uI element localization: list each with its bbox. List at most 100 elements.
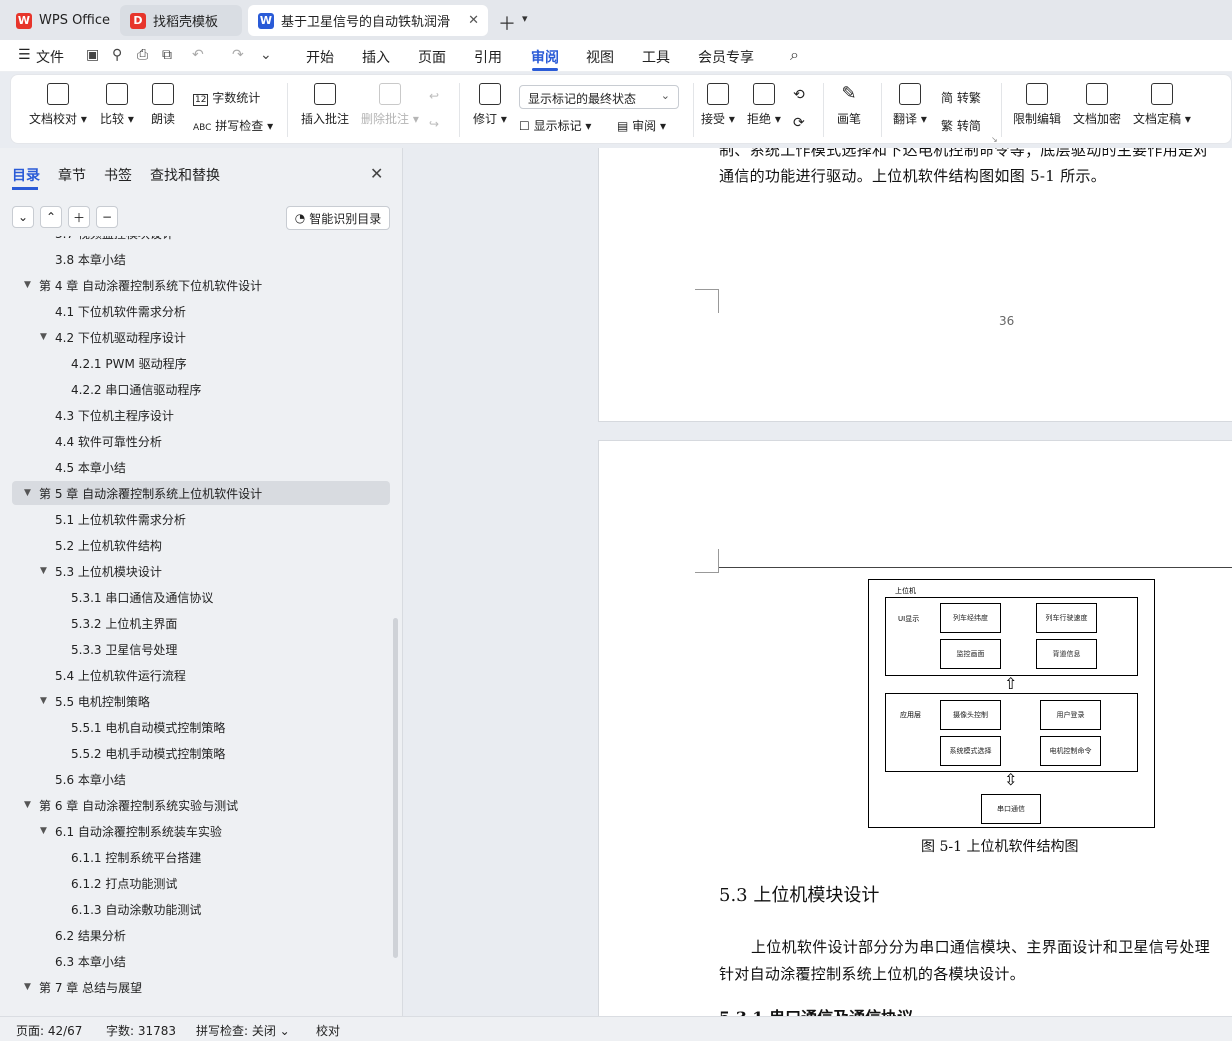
dialog-launcher-icon[interactable]: ↘: [991, 135, 998, 144]
expand-triangle-icon[interactable]: ▼: [24, 280, 31, 290]
delete-comment-button[interactable]: 删除批注 ▾: [361, 83, 419, 127]
toc-item[interactable]: 4.1 下位机软件需求分析: [55, 300, 186, 322]
menu-start[interactable]: 开始: [306, 47, 334, 67]
section-heading[interactable]: 5.3 上位机模块设计: [719, 881, 879, 907]
expand-triangle-icon[interactable]: ▼: [24, 800, 31, 810]
previous-change-icon[interactable]: ⟲: [793, 87, 805, 103]
compare-button[interactable]: 比较 ▾: [100, 83, 134, 127]
menu-view[interactable]: 视图: [586, 47, 614, 67]
toc-item[interactable]: 5.3.2 上位机主界面: [71, 612, 177, 634]
expand-triangle-icon[interactable]: ▼: [40, 566, 47, 576]
track-changes-button[interactable]: 修订 ▾: [473, 83, 507, 127]
expand-triangle-icon[interactable]: ▼: [40, 826, 47, 836]
toc-item[interactable]: 4.2.1 PWM 驱动程序: [71, 352, 187, 374]
body-text-line[interactable]: 制、系统工作模式选择和下达电机控制命令等；底层驱动的主要作用是对: [719, 148, 1209, 160]
toc-item[interactable]: 5.3.3 卫星信号处理: [71, 638, 177, 660]
menu-references[interactable]: 引用: [474, 47, 502, 67]
close-tab-icon[interactable]: ✕: [468, 13, 479, 28]
spell-check-button[interactable]: ABC 拼写检查 ▾: [193, 117, 273, 134]
menu-tools[interactable]: 工具: [642, 47, 670, 67]
next-comment-icon[interactable]: ↪: [429, 117, 439, 131]
toc-item[interactable]: 5.1 上位机软件需求分析: [55, 508, 186, 530]
tab-bookmarks[interactable]: 书签: [104, 165, 132, 185]
menu-member[interactable]: 会员专享: [698, 47, 754, 67]
next-change-icon[interactable]: ⟳: [793, 115, 805, 131]
tab-toc[interactable]: 目录: [12, 165, 40, 185]
menu-review[interactable]: 审阅: [531, 47, 559, 67]
tab-find-replace[interactable]: 查找和替换: [150, 165, 220, 185]
toc-item[interactable]: 5.6 本章小结: [55, 768, 126, 790]
redo-icon[interactable]: ↷: [232, 47, 244, 63]
toc-item[interactable]: 6.1.1 控制系统平台搭建: [71, 846, 201, 868]
review-pane-button[interactable]: ▤ 审阅 ▾: [617, 117, 666, 134]
search-icon[interactable]: ⌕: [790, 45, 799, 65]
doc-proof-button[interactable]: 文档校对 ▾: [29, 83, 87, 127]
read-aloud-button[interactable]: 朗读: [151, 83, 175, 127]
expand-up-icon[interactable]: ⌃: [40, 206, 62, 228]
chevron-down-icon[interactable]: ⌄: [260, 47, 272, 63]
close-icon[interactable]: ✕: [370, 164, 383, 183]
undo-icon[interactable]: ↶: [192, 47, 204, 63]
tab-docer-templates[interactable]: D 找稻壳模板: [120, 5, 242, 36]
accept-button[interactable]: 接受 ▾: [701, 83, 735, 127]
insert-comment-button[interactable]: 插入批注: [301, 83, 349, 127]
expand-triangle-icon[interactable]: ▼: [24, 982, 31, 992]
spell-check-indicator[interactable]: 拼写检查: 关闭 ⌄: [196, 1022, 290, 1039]
body-text-line[interactable]: 上位机软件设计部分分为串口通信模块、主界面设计和卫星信号处理: [751, 936, 1210, 957]
toc-item[interactable]: 3.8 本章小结: [55, 248, 126, 270]
toc-item[interactable]: ▼ 第 5 章 自动涂覆控制系统上位机软件设计: [24, 482, 262, 504]
new-tab-button[interactable]: ＋: [498, 10, 516, 36]
show-markup-button[interactable]: ☐ 显示标记 ▾: [519, 117, 591, 134]
toc-item[interactable]: 5.4 上位机软件运行流程: [55, 664, 186, 686]
reject-button[interactable]: 拒绝 ▾: [747, 83, 781, 127]
menu-insert[interactable]: 插入: [362, 47, 390, 67]
figure-caption[interactable]: 图 5-1 上位机软件结构图: [921, 836, 1078, 856]
markup-state-select[interactable]: 显示标记的最终状态 ⌄: [519, 85, 679, 109]
toc-item[interactable]: ▼ 第 7 章 总结与展望: [24, 976, 142, 998]
smart-toc-button[interactable]: ◔ 智能识别目录: [286, 206, 390, 230]
toc-item[interactable]: 6.2 结果分析: [55, 924, 126, 946]
toc-item[interactable]: ▼ 5.5 电机控制策略: [40, 690, 150, 712]
toc-item[interactable]: ▼ 5.3 上位机模块设计: [40, 560, 162, 582]
toc-item[interactable]: 4.5 本章小结: [55, 456, 126, 478]
body-text-line[interactable]: 针对自动涂覆控制系统上位机的各模块设计。: [719, 963, 1025, 984]
toc-item[interactable]: 4.2.2 串口通信驱动程序: [71, 378, 201, 400]
word-count-indicator[interactable]: 字数: 31783: [106, 1022, 176, 1039]
to-traditional-button[interactable]: 简 转繁: [941, 89, 981, 106]
pen-button[interactable]: ✎ 画笔: [837, 83, 861, 127]
proof-indicator[interactable]: 校对: [316, 1022, 340, 1039]
tab-wps-office[interactable]: W WPS Office: [6, 5, 114, 36]
sidebar-scrollbar[interactable]: [393, 618, 398, 958]
chevron-down-icon[interactable]: ▾: [522, 12, 528, 25]
toc-item[interactable]: ▼ 6.1 自动涂覆控制系统装车实验: [40, 820, 222, 842]
restrict-edit-button[interactable]: 限制编辑: [1013, 83, 1061, 127]
toc-item[interactable]: ▼ 第 4 章 自动涂覆控制系统下位机软件设计: [24, 274, 262, 296]
print-icon[interactable]: ⎙: [137, 47, 148, 63]
toc-item[interactable]: 5.5.1 电机自动模式控制策略: [71, 716, 225, 738]
toc-item[interactable]: ▼ 4.2 下位机驱动程序设计: [40, 326, 186, 348]
previous-comment-icon[interactable]: ↩: [429, 89, 439, 103]
expand-triangle-icon[interactable]: ▼: [40, 696, 47, 706]
toc-item[interactable]: 5.3.1 串口通信及通信协议: [71, 586, 213, 608]
subsection-heading[interactable]: 5.3.1 串口通信及通信协议: [719, 1004, 913, 1016]
translate-button[interactable]: 翻译 ▾: [893, 83, 927, 127]
add-heading-icon[interactable]: ＋: [68, 206, 90, 228]
toc-item[interactable]: 4.4 软件可靠性分析: [55, 430, 162, 452]
toc-item[interactable]: 5.5.2 电机手动模式控制策略: [71, 742, 225, 764]
finalize-button[interactable]: 文档定稿 ▾: [1133, 83, 1191, 127]
expand-triangle-icon[interactable]: ▼: [40, 332, 47, 342]
tab-document[interactable]: W 基于卫星信号的自动铁轨润滑 ✕: [248, 5, 488, 36]
word-count-button[interactable]: 12 字数统计: [193, 89, 260, 106]
toc-item[interactable]: ▼ 第 6 章 自动涂覆控制系统实验与测试: [24, 794, 238, 816]
menu-file[interactable]: 文件: [36, 47, 64, 67]
print-preview-icon[interactable]: ⧉: [162, 47, 172, 63]
hamburger-icon[interactable]: ☰: [18, 47, 31, 63]
toc-item[interactable]: 6.1.3 自动涂敷功能测试: [71, 898, 201, 920]
toc-item[interactable]: 3.7 视频监控模块设计: [55, 236, 174, 244]
remove-heading-icon[interactable]: −: [96, 206, 118, 228]
to-simplified-button[interactable]: 繁 转简: [941, 117, 981, 134]
encrypt-button[interactable]: 文档加密: [1073, 83, 1121, 127]
software-structure-figure[interactable]: 上位机 UI显示 列车经纬度 列车行驶速度 监控画面 背道信息 ⇧ 应用层 摄像…: [868, 579, 1155, 828]
toc-item[interactable]: 6.3 本章小结: [55, 950, 126, 972]
collapse-icon[interactable]: ⌄: [12, 206, 34, 228]
